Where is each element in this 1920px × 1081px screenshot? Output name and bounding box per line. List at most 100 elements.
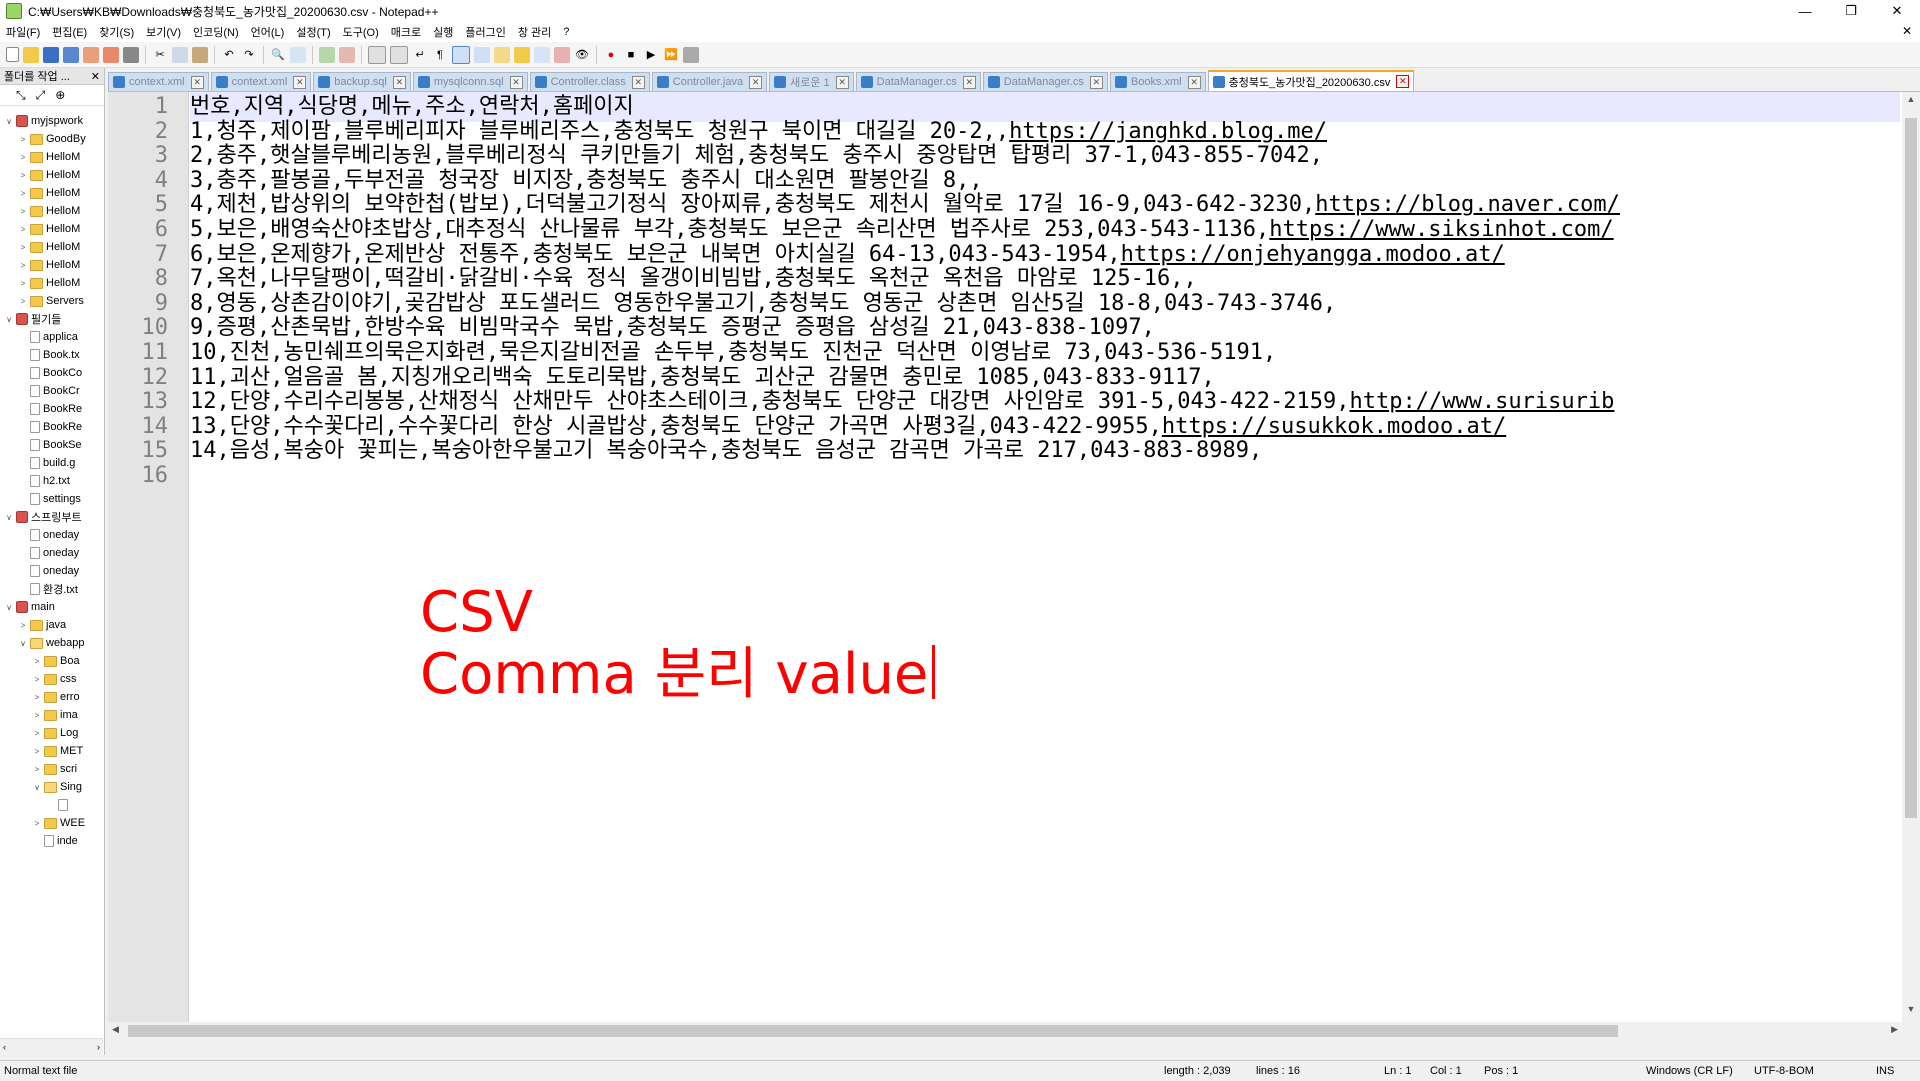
play-multiple-icon[interactable]: ⏩ [663,47,679,63]
chevron-down-icon[interactable]: ∨ [32,783,42,792]
tab[interactable]: Controller.class ✕ [529,72,650,91]
tab-close-icon[interactable]: ✕ [1089,75,1103,89]
menu-language[interactable]: 언어(L) [245,24,291,40]
eye-icon[interactable]: 👁 [574,47,590,63]
undo-icon[interactable]: ↶ [221,47,237,63]
find-icon[interactable]: 🔍 [270,47,286,63]
menu-window[interactable]: 창 관리 [512,24,557,40]
monitoring-icon[interactable] [554,46,570,63]
menu-settings[interactable]: 설정(T) [290,24,336,40]
tree-item[interactable]: BookCo [0,364,103,382]
sync-horizontal-icon[interactable] [390,45,408,64]
tab-close-icon[interactable]: ✕ [190,75,204,89]
chevron-down-icon[interactable]: ∨ [4,117,14,126]
vertical-scroll-thumb[interactable] [1905,118,1917,818]
tab-close-icon[interactable]: ✕ [835,75,849,89]
restore-button[interactable]: ❐ [1828,0,1874,22]
tab-close-icon[interactable]: ✕ [962,75,976,89]
tree-item[interactable]: > HelloM [0,166,103,184]
new-file-icon[interactable] [6,47,19,62]
tab[interactable]: DataManager.cs ✕ [855,72,981,91]
tree-item[interactable]: > css [0,670,103,688]
tab[interactable]: 새로운 1 ✕ [769,72,854,91]
tree-item[interactable]: h2.txt [0,472,103,490]
tree-item[interactable]: oneday [0,544,103,562]
scroll-right-icon[interactable]: › [97,1042,100,1052]
menu-view[interactable]: 보기(V) [140,24,187,40]
locate-file-icon[interactable]: ⊕ [55,88,65,102]
word-wrap-icon[interactable]: ↵ [412,47,428,63]
scroll-left-icon[interactable]: ◀ [112,1024,119,1035]
stop-macro-icon[interactable]: ■ [623,47,639,63]
chevron-right-icon[interactable]: > [18,279,28,288]
close-button[interactable]: ✕ [1874,0,1920,22]
tab-close-icon[interactable]: ✕ [509,75,523,89]
tree-item[interactable]: ∨ main [0,598,103,616]
function-list-icon[interactable] [494,46,510,63]
url-link[interactable]: https://www.siksinhot.com/ [1269,217,1613,242]
tree-item[interactable]: > Boa [0,652,103,670]
tab-close-icon[interactable]: ✕ [392,75,406,89]
tree-item[interactable]: > HelloM [0,220,103,238]
record-macro-icon[interactable]: ● [603,47,619,63]
sync-vertical-icon[interactable] [368,45,386,64]
tree-item[interactable]: oneday [0,562,103,580]
expand-all-icon[interactable]: ⤢ [36,88,46,103]
tree-item[interactable]: ∨ Sing [0,778,103,796]
tree-item[interactable]: Book.tx [0,346,103,364]
scroll-right-icon[interactable]: ▶ [1891,1024,1898,1035]
replace-icon[interactable] [290,46,306,63]
tree-item[interactable]: > MET [0,742,103,760]
open-file-icon[interactable] [23,46,39,63]
redo-icon[interactable]: ↷ [241,47,257,63]
chevron-right-icon[interactable]: > [18,207,28,216]
tree-item[interactable]: applica [0,328,103,346]
tab-active[interactable]: 충청북도_농가맛집_20200630.csv ✕ [1207,70,1415,91]
tree-item[interactable]: > HelloM [0,202,103,220]
chevron-right-icon[interactable]: > [32,711,42,720]
tab[interactable]: mysqlconn.sql ✕ [412,72,528,91]
tab-close-icon[interactable]: ✕ [293,75,307,89]
tree-item[interactable]: inde [0,832,103,850]
menu-run[interactable]: 실행 [427,24,459,40]
cut-icon[interactable]: ✂ [152,47,168,63]
tab[interactable]: Books.xml ✕ [1109,72,1206,91]
chevron-right-icon[interactable]: > [32,765,42,774]
tree-item[interactable]: BookCr [0,382,103,400]
scroll-up-icon[interactable]: ▲ [1902,94,1920,110]
tab[interactable]: context.xml ✕ [210,72,312,91]
menu-file[interactable]: 파일(F) [0,24,46,40]
chevron-right-icon[interactable]: > [32,675,42,684]
tree-item[interactable]: ∨ 필기들 [0,310,103,328]
chevron-right-icon[interactable]: > [18,243,28,252]
tree-item[interactable]: BookRe [0,400,103,418]
url-link[interactable]: http://www.surisurib [1349,389,1614,414]
panel-scrollbar[interactable]: ‹ › [0,1038,103,1055]
doc-list-icon[interactable] [534,46,550,63]
tree-item[interactable]: BookRe [0,418,103,436]
chevron-right-icon[interactable]: > [18,153,28,162]
url-link[interactable]: https://onjehyangga.modoo.at/ [1121,242,1505,267]
chevron-down-icon[interactable]: ∨ [4,315,14,324]
copy-icon[interactable] [172,46,188,63]
chevron-right-icon[interactable]: > [18,621,28,630]
text-area[interactable]: 번호,지역,식당명,메뉴,주소,연락처,홈페이지 1,청주,제이팜,블루베리피자 … [190,92,1900,1040]
tab-close-icon[interactable]: ✕ [749,75,763,89]
menu-search[interactable]: 찾기(S) [93,24,140,40]
tree-item[interactable]: 환경.txt [0,580,103,598]
paste-icon[interactable] [192,46,208,63]
tree-item[interactable]: > erro [0,688,103,706]
tree-item[interactable]: ∨ myjspwork [0,112,103,130]
horizontal-scroll-thumb[interactable] [128,1025,1618,1037]
zoom-out-icon[interactable] [339,46,355,63]
chevron-right-icon[interactable]: > [32,693,42,702]
menu-plugins[interactable]: 플러그인 [459,24,511,40]
chevron-down-icon[interactable]: ∨ [18,639,28,648]
chevron-right-icon[interactable]: > [32,729,42,738]
close-document-button[interactable]: ✕ [1902,24,1912,38]
editor[interactable]: 1 2 3 4 5 6 7 8 9 10 11 12 13 14 15 16 번호,지역,식당명,메뉴,주소,… [108,92,1920,1040]
chevron-right-icon[interactable]: > [18,135,28,144]
tree-item[interactable]: ∨ 스프링부트 [0,508,103,526]
save-icon[interactable] [43,46,59,63]
play-macro-icon[interactable]: ▶ [643,47,659,63]
